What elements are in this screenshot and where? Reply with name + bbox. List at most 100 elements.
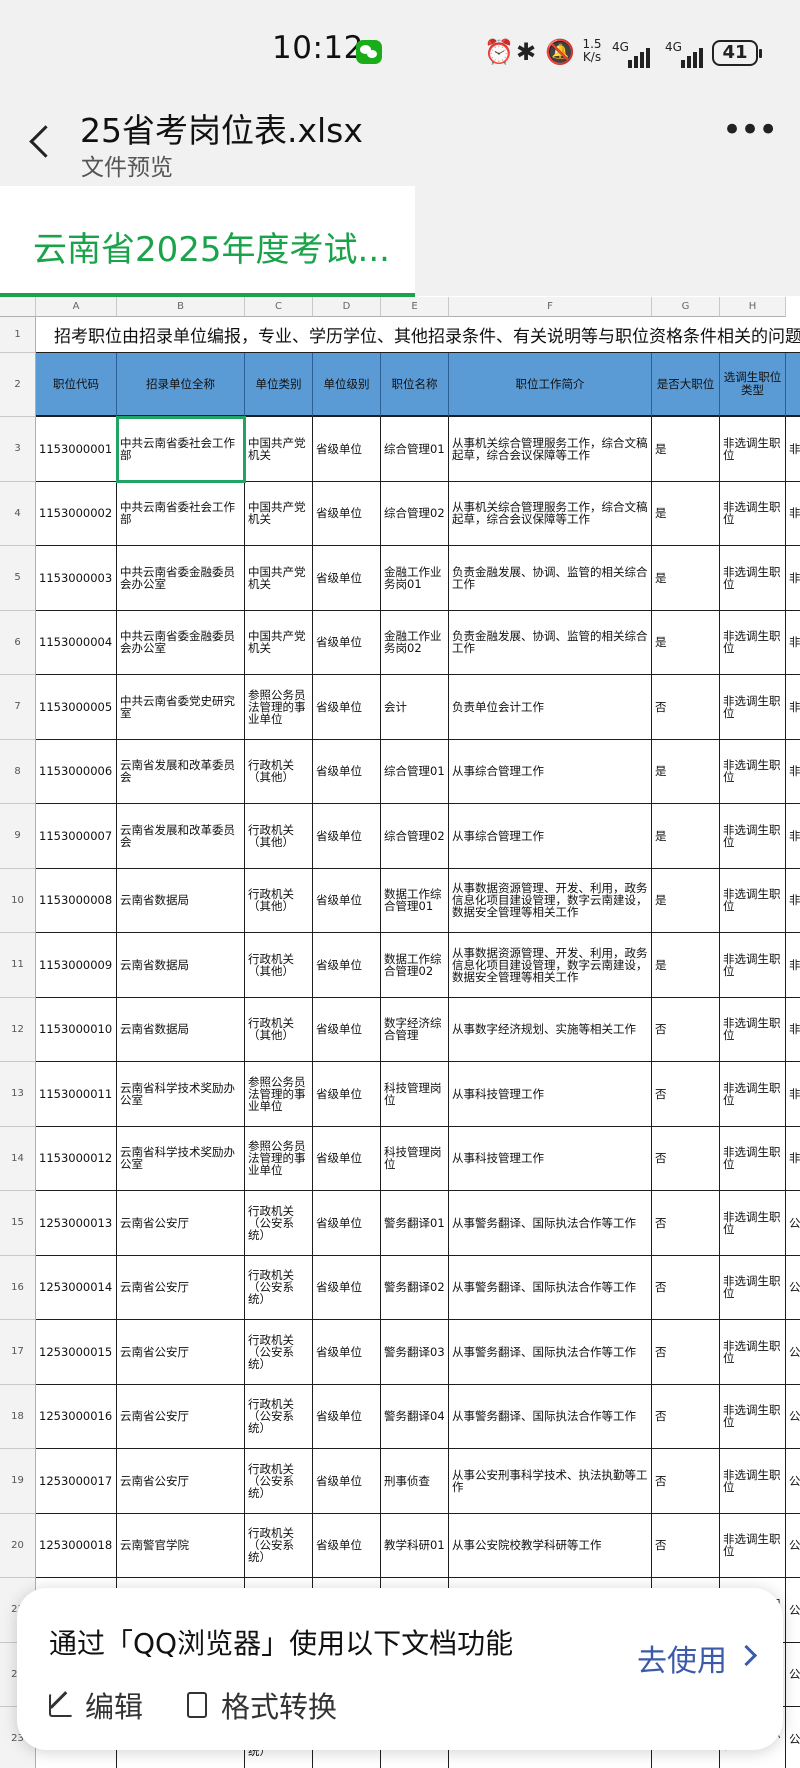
table-cell[interactable]: 否 (652, 1449, 720, 1514)
table-cell[interactable]: 否 (652, 1513, 720, 1578)
table-cell[interactable]: 非 (786, 804, 800, 869)
table-cell[interactable]: 非 (786, 740, 800, 804)
row-header[interactable]: 6 (0, 610, 36, 675)
row-header[interactable]: 9 (0, 804, 36, 869)
table-cell[interactable]: 省级单位 (313, 1320, 381, 1385)
table-cell[interactable]: 中共云南省委党史研究室 (117, 675, 245, 740)
row-header[interactable]: 7 (0, 675, 36, 740)
table-cell[interactable]: 非选调生职位 (720, 1384, 786, 1449)
table-cell[interactable]: 省级单位 (313, 675, 381, 740)
table-cell[interactable]: 从事综合管理工作 (449, 804, 652, 869)
table-cell[interactable]: 公 (786, 1449, 800, 1514)
table-cell[interactable]: 行政机关（其他） (245, 997, 313, 1062)
row-header[interactable]: 20 (0, 1513, 36, 1578)
table-cell[interactable]: 1153000002 (36, 481, 117, 546)
table-cell[interactable]: 教学科研01 (381, 1513, 449, 1578)
table-cell[interactable]: 中国共产党机关 (245, 481, 313, 546)
table-cell[interactable]: 省级单位 (313, 1449, 381, 1514)
table-cell[interactable]: 中共云南省委社会工作部 (117, 481, 245, 546)
table-cell[interactable]: 行政机关（公安系统） (245, 1513, 313, 1578)
column-header[interactable]: C (245, 297, 313, 317)
table-cell[interactable]: 省级单位 (313, 1062, 381, 1127)
table-header-cell[interactable]: 是否大职位 (652, 353, 720, 417)
table-header-cell[interactable]: 招录单位全称 (117, 353, 245, 417)
row-header[interactable]: 12 (0, 997, 36, 1062)
table-cell[interactable]: 行政机关（其他） (245, 868, 313, 933)
table-cell[interactable]: 行政机关（公安系统） (245, 1449, 313, 1514)
row-header[interactable]: 18 (0, 1384, 36, 1449)
table-cell[interactable]: 中共云南省委金融委员会办公室 (117, 610, 245, 675)
table-cell[interactable]: 从事机关综合管理服务工作，综合文稿起草，综合会议保障等工作 (449, 481, 652, 546)
more-options-button[interactable]: ••• (722, 113, 778, 160)
table-cell[interactable]: 是 (652, 804, 720, 869)
table-cell[interactable]: 云南省科学技术奖励办公室 (117, 1126, 245, 1191)
table-cell[interactable]: 从事数据资源管理、开发、利用，政务信息化项目建设管理，数字云南建设，数据安全管理… (449, 868, 652, 933)
table-cell[interactable]: 从事科技管理工作 (449, 1126, 652, 1191)
table-cell[interactable]: 1253000015 (36, 1320, 117, 1385)
table-cell[interactable]: 非 (786, 482, 800, 546)
table-cell[interactable]: 1153000005 (36, 675, 117, 740)
table-cell[interactable]: 从事警务翻译、国际执法合作等工作 (449, 1191, 652, 1256)
table-cell[interactable]: 省级单位 (313, 546, 381, 611)
table-cell[interactable]: 金融工作业务岗01 (381, 546, 449, 611)
table-cell[interactable]: 从事数字经济规划、实施等相关工作 (449, 997, 652, 1062)
table-header-cell[interactable]: 单位类别 (245, 353, 313, 417)
table-cell[interactable]: 非选调生职位 (720, 933, 786, 998)
table-cell[interactable]: 非选调生职位 (720, 417, 786, 482)
table-cell[interactable]: 是 (652, 481, 720, 546)
table-cell[interactable]: 1153000001 (36, 417, 117, 482)
table-cell[interactable]: 从事数据资源管理、开发、利用，政务信息化项目建设管理，数字云南建设，数据安全管理… (449, 933, 652, 998)
table-cell[interactable]: 非选调生职位 (720, 1062, 786, 1127)
table-cell[interactable]: 综合管理01 (381, 739, 449, 804)
table-cell[interactable]: 警务翻译04 (381, 1384, 449, 1449)
column-header[interactable]: F (449, 297, 652, 317)
table-cell[interactable]: 中国共产党机关 (245, 610, 313, 675)
table-cell[interactable]: 参照公务员法管理的事业单位 (245, 675, 313, 740)
table-cell[interactable]: 行政机关（公安系统） (245, 1191, 313, 1256)
table-cell[interactable]: 非 (786, 417, 800, 482)
table-cell[interactable]: 省级单位 (313, 417, 381, 482)
table-cell[interactable]: 中共云南省委金融委员会办公室 (117, 546, 245, 611)
table-cell[interactable]: 中国共产党机关 (245, 546, 313, 611)
table-cell[interactable]: 公 (786, 1191, 800, 1256)
table-cell[interactable]: 非选调生职位 (720, 868, 786, 933)
table-cell[interactable]: 非选调生职位 (720, 1191, 786, 1256)
table-cell[interactable]: 云南警官学院 (117, 1513, 245, 1578)
table-cell[interactable]: 数据工作综合管理01 (381, 868, 449, 933)
table-cell[interactable]: 从事警务翻译、国际执法合作等工作 (449, 1255, 652, 1320)
table-cell[interactable]: 省级单位 (313, 868, 381, 933)
table-cell[interactable]: 非选调生职位 (720, 610, 786, 675)
row-header[interactable]: 14 (0, 1126, 36, 1191)
row-header[interactable]: 10 (0, 868, 36, 933)
table-cell[interactable]: 是 (652, 739, 720, 804)
edit-button[interactable]: 编辑 (49, 1684, 143, 1726)
row-header[interactable]: 2 (0, 353, 36, 417)
table-cell[interactable]: 省级单位 (313, 739, 381, 804)
row-header[interactable]: 11 (0, 933, 36, 998)
column-header[interactable]: E (381, 297, 449, 317)
table-cell[interactable]: 1253000016 (36, 1384, 117, 1449)
table-cell[interactable]: 是 (652, 610, 720, 675)
format-convert-button[interactable]: 格式转换 (187, 1684, 337, 1726)
table-cell[interactable]: 否 (652, 1384, 720, 1449)
table-cell[interactable]: 中国共产党机关 (245, 417, 313, 482)
table-cell[interactable]: 省级单位 (313, 481, 381, 546)
table-cell[interactable]: 公 (786, 1578, 800, 1643)
table-cell[interactable]: 非 (786, 1127, 800, 1191)
table-cell[interactable]: 数字经济综合管理 (381, 997, 449, 1062)
table-cell[interactable]: 云南省公安厅 (117, 1320, 245, 1385)
table-cell[interactable]: 1153000004 (36, 610, 117, 675)
table-cell[interactable]: 1153000006 (36, 739, 117, 804)
row-header[interactable]: 8 (0, 739, 36, 804)
table-header-cell[interactable]: 单位级别 (313, 353, 381, 417)
table-cell[interactable]: 云南省发展和改革委员会 (117, 804, 245, 869)
table-cell[interactable]: 1153000011 (36, 1062, 117, 1127)
table-cell[interactable]: 负责单位会计工作 (449, 675, 652, 740)
table-cell[interactable]: 非 (786, 933, 800, 998)
table-cell[interactable]: 云南省公安厅 (117, 1449, 245, 1514)
table-cell[interactable]: 是 (652, 546, 720, 611)
table-header-cell[interactable] (786, 353, 800, 417)
table-cell[interactable]: 否 (652, 997, 720, 1062)
table-cell[interactable]: 非 (786, 998, 800, 1062)
table-cell[interactable]: 非选调生职位 (720, 1513, 786, 1578)
